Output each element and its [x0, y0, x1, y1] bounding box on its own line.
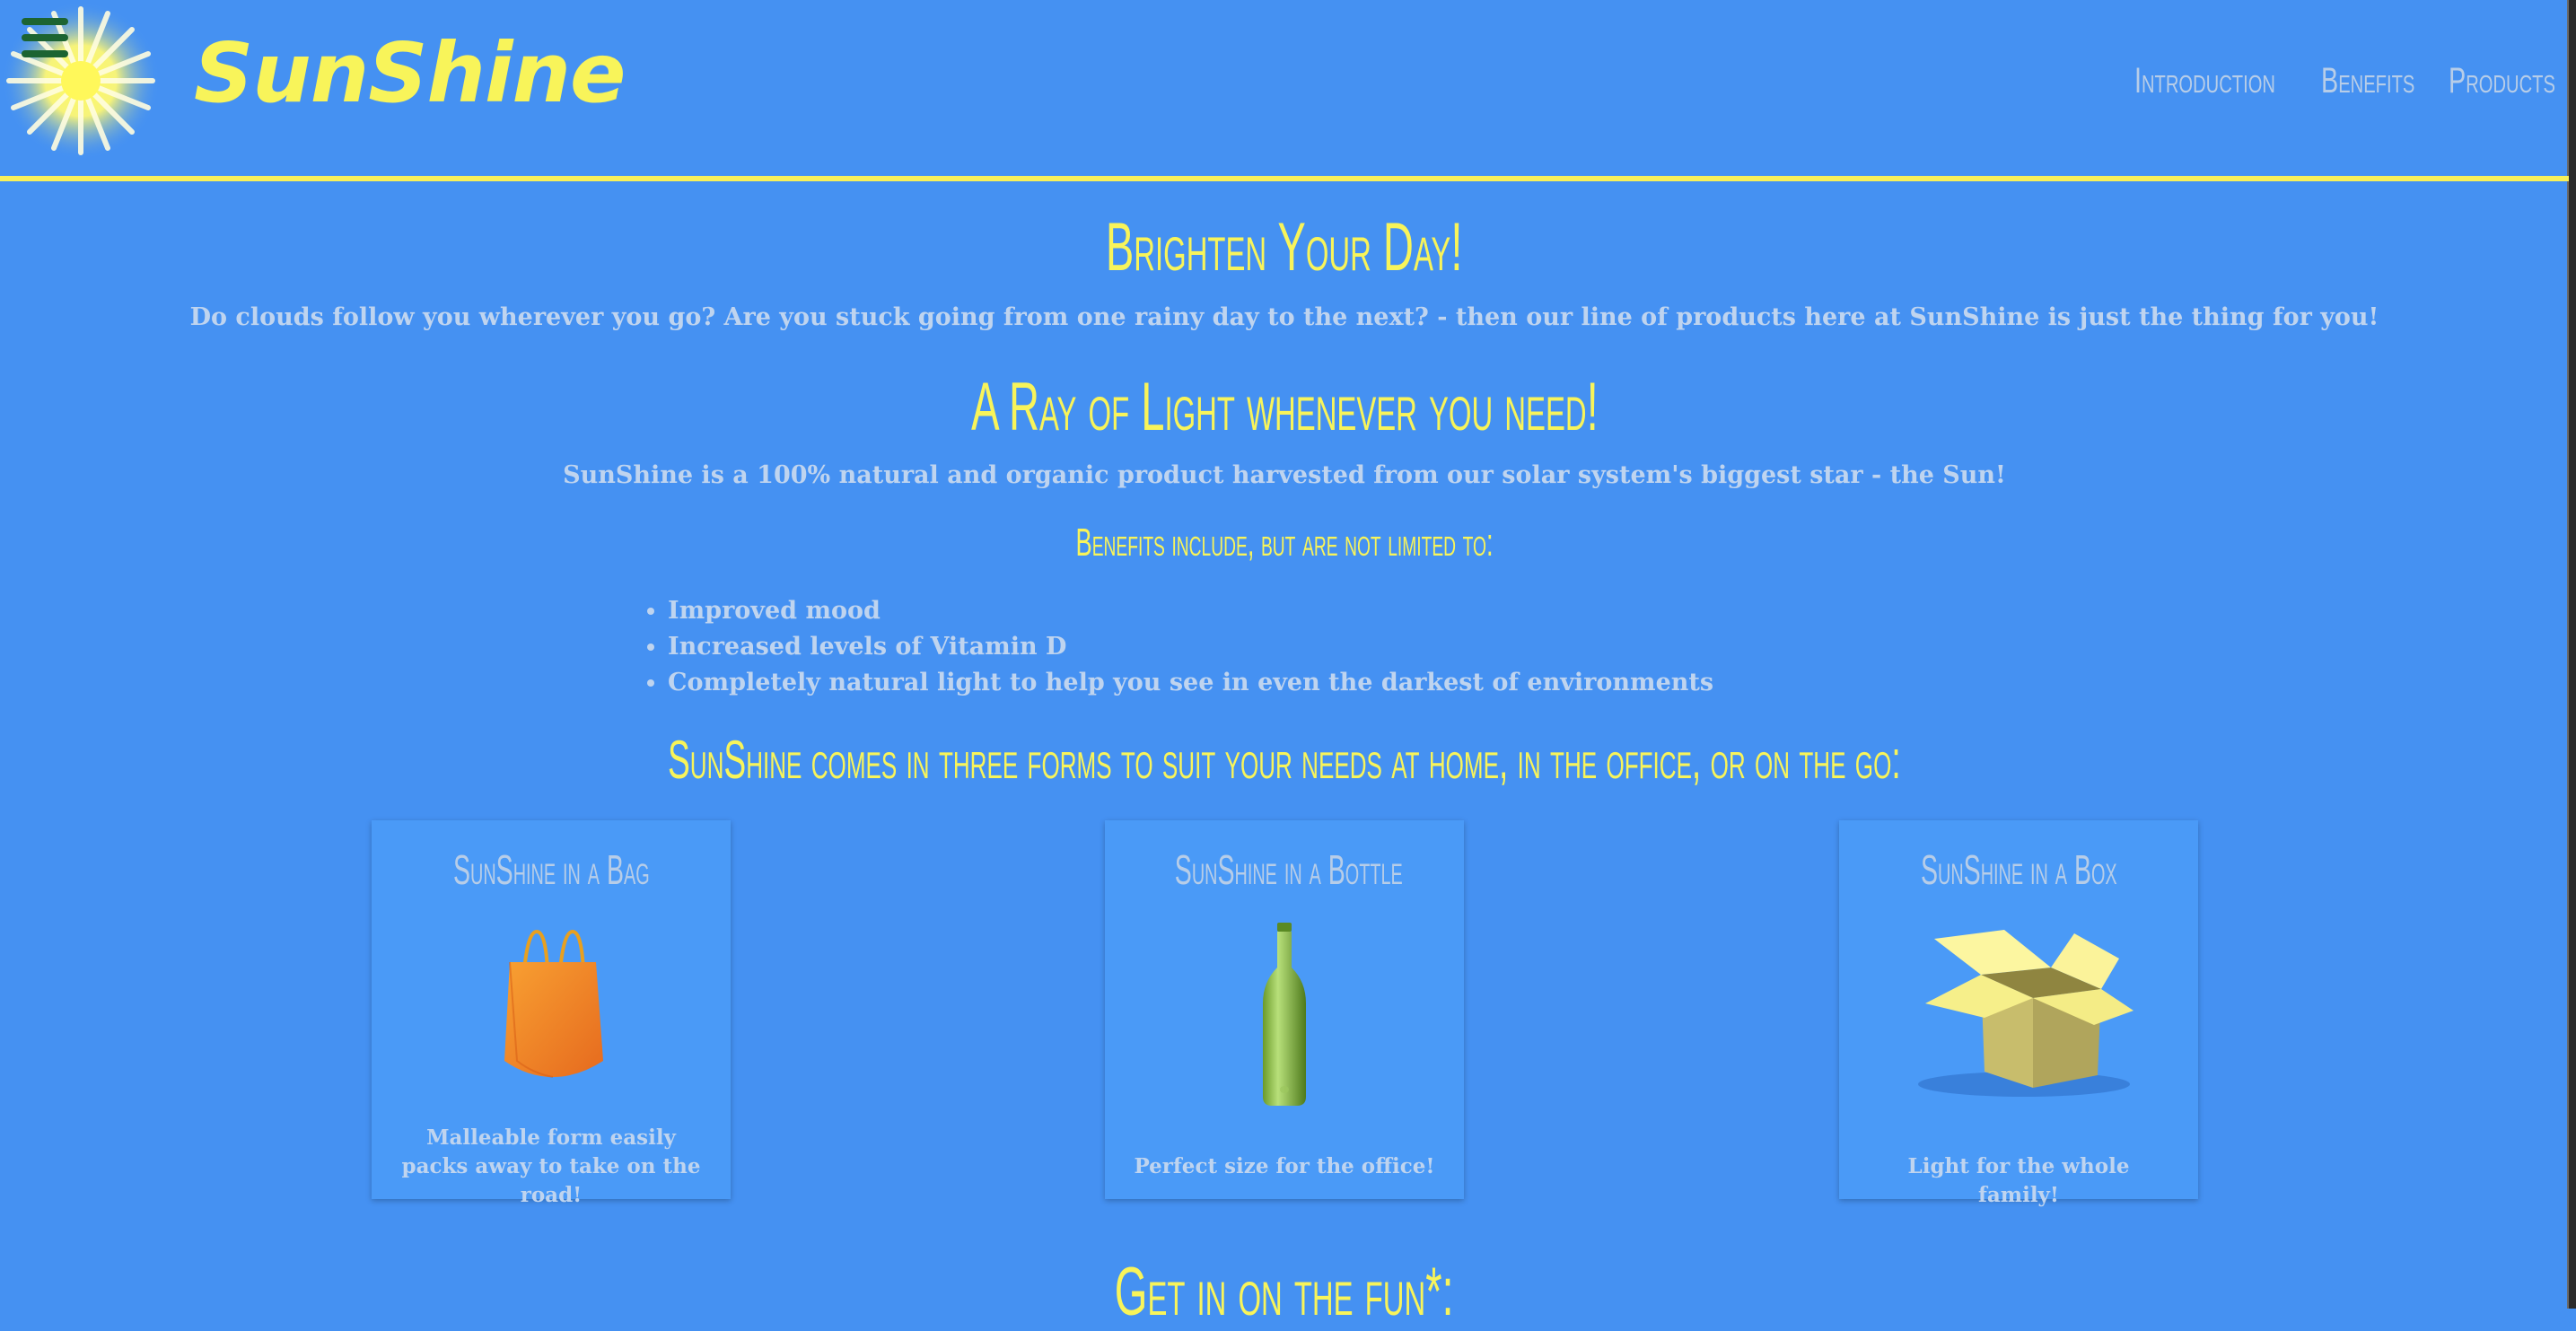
nav-item-products[interactable]: Products	[2449, 61, 2555, 108]
benefits-list: Improved mood Increased levels of Vitami…	[628, 594, 1713, 702]
header-divider	[0, 176, 2569, 181]
about-heading: A Ray of Light whenever you need!	[970, 369, 1599, 445]
intro-heading: Brighten Your Day!	[1106, 209, 1463, 285]
site-header: SunShine Introduction Benefits Products	[0, 0, 2569, 178]
box-icon	[1918, 930, 2134, 1097]
hamburger-menu-icon[interactable]	[22, 18, 68, 57]
fun-heading: Get in on the fun*:	[1115, 1254, 1454, 1330]
products-heading: SunShine comes in three forms to suit yo…	[668, 730, 1901, 790]
window-edge	[2569, 0, 2576, 1309]
product-card-description: Malleable form easily packs away to take…	[401, 1125, 701, 1207]
benefits-heading: Benefits include, but are not limited to…	[1075, 521, 1494, 565]
bottle-icon	[1263, 923, 1306, 1106]
product-card-title: SunShine in a Box	[1920, 846, 2117, 893]
intro-text: Do clouds follow you wherever you go? Ar…	[189, 303, 2379, 331]
scrollbar[interactable]	[2567, 0, 2569, 1309]
main-nav: Introduction Benefits Products	[2134, 61, 2555, 108]
product-card-description: Light for the whole family!	[1907, 1154, 2130, 1207]
list-item: Improved mood	[668, 594, 1713, 630]
product-card-title: SunShine in a Bag	[452, 846, 650, 893]
nav-item-introduction[interactable]: Introduction	[2134, 61, 2285, 108]
nav-link-introduction[interactable]: Introduction	[2134, 61, 2275, 101]
about-text: SunShine is a 100% natural and organic p…	[563, 461, 2006, 489]
product-card-bottle[interactable]: SunShine in a Bottle Perfect size for th…	[1105, 820, 1464, 1199]
shopping-bag-icon	[504, 929, 603, 1078]
list-item: Completely natural light to help you see…	[668, 666, 1713, 702]
nav-item-benefits[interactable]: Benefits	[2321, 61, 2414, 108]
product-card-description: Perfect size for the office!	[1134, 1154, 1435, 1178]
product-card-title: SunShine in a Bottle	[1174, 846, 1403, 893]
product-card-box[interactable]: SunShine in a Box Light for the whole fa…	[1839, 820, 2198, 1207]
brand-logo-text[interactable]: SunShine	[194, 25, 626, 121]
list-item: Increased levels of Vitamin D	[668, 630, 1713, 666]
product-card-bag[interactable]: SunShine in a Bag Malleable form easily …	[372, 820, 731, 1207]
nav-link-benefits[interactable]: Benefits	[2321, 61, 2414, 101]
nav-link-products[interactable]: Products	[2449, 61, 2555, 101]
